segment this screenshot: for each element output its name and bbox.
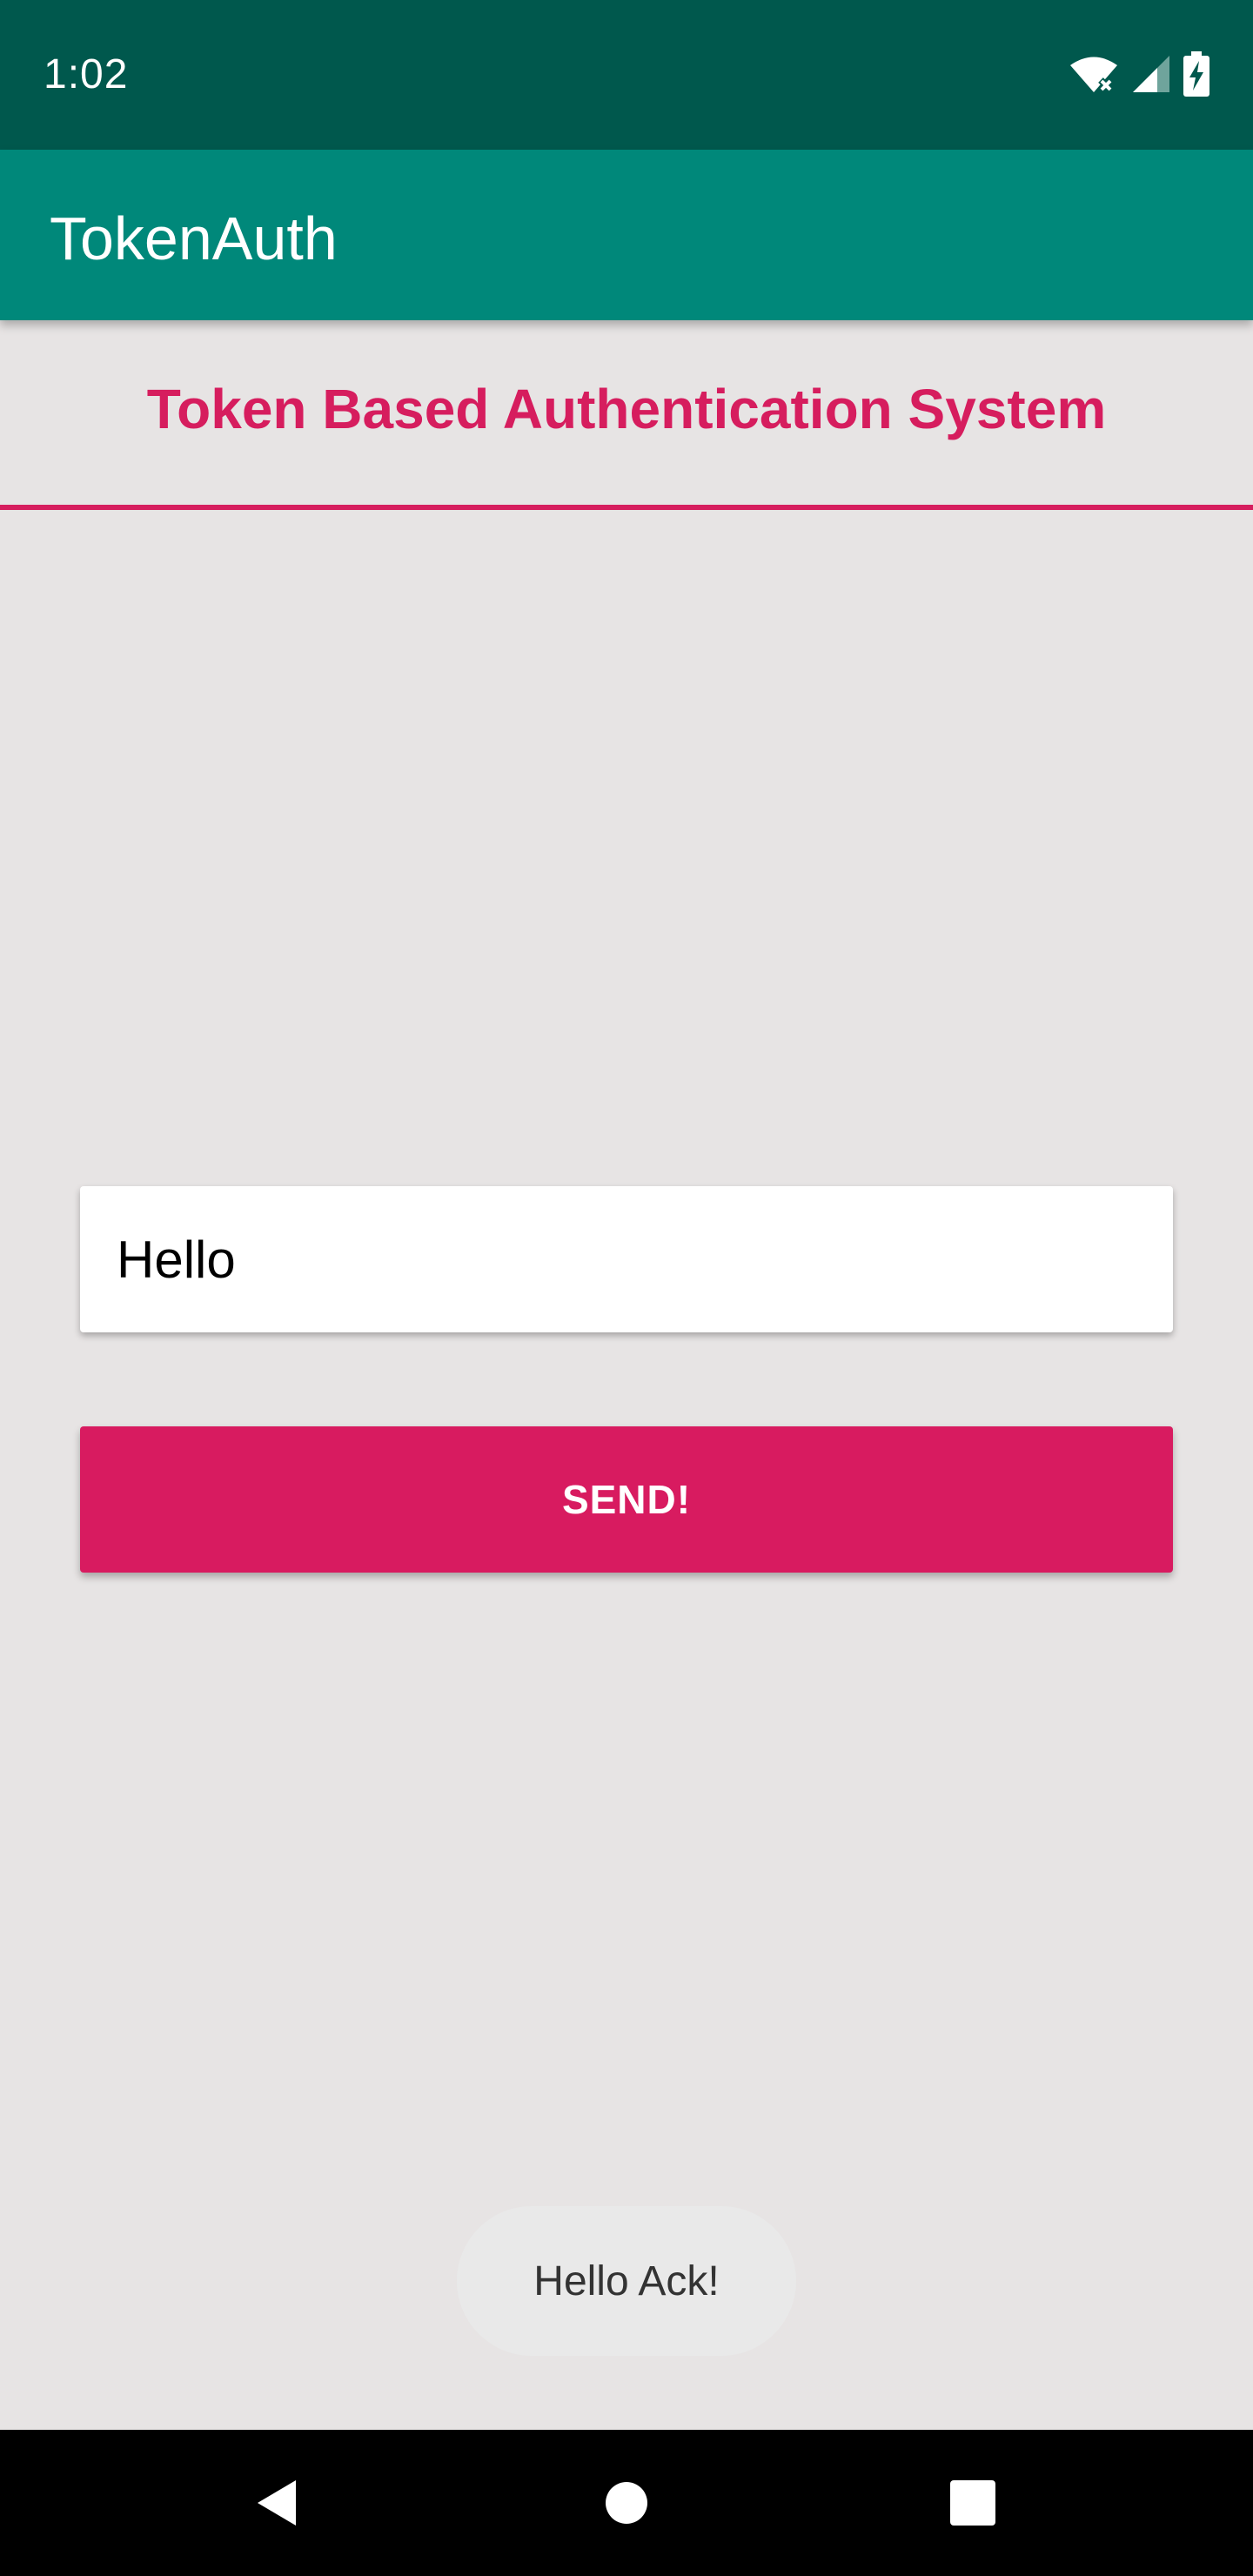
app-title: TokenAuth [50,205,338,272]
cellular-signal-icon [1131,54,1171,98]
back-button[interactable] [233,2459,320,2546]
status-icons [1069,50,1209,101]
recents-icon [950,2480,995,2526]
back-icon [258,2480,296,2526]
battery-charging-icon [1183,50,1209,101]
app-bar: TokenAuth [0,150,1253,320]
message-input[interactable]: Hello [80,1186,1173,1332]
page-title: Token Based Authentication System [146,378,1107,440]
recents-button[interactable] [929,2459,1016,2546]
send-button[interactable]: SEND! [80,1426,1173,1573]
status-bar: 1:02 [0,0,1253,150]
wifi-off-icon [1069,54,1119,98]
home-button[interactable] [583,2459,670,2546]
navigation-bar [0,2430,1253,2576]
status-time: 1:02 [44,51,129,97]
toast-message: Hello Ack! [457,2206,796,2356]
header-divider [0,505,1253,510]
home-icon [606,2482,647,2524]
